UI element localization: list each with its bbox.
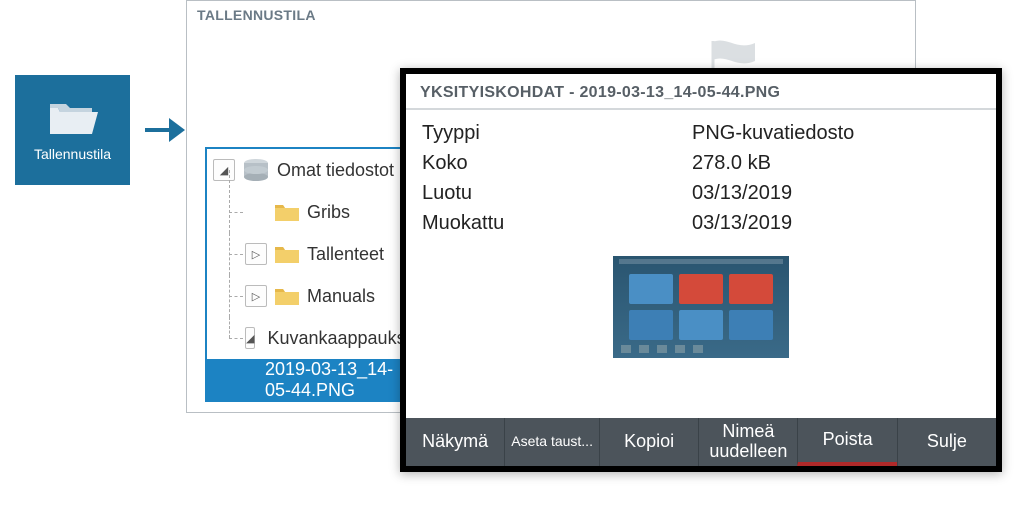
tree-label: Gribs bbox=[307, 202, 350, 223]
detail-row-modified: Muokattu 03/13/2019 bbox=[422, 208, 980, 238]
collapse-icon[interactable]: ◢ bbox=[245, 327, 255, 349]
folder-icon bbox=[273, 200, 301, 224]
tree-label: Tallenteet bbox=[307, 244, 384, 265]
collapse-icon[interactable]: ◢ bbox=[213, 159, 235, 181]
detail-label: Luotu bbox=[422, 178, 692, 208]
detail-value: PNG-kuvatiedosto bbox=[692, 118, 980, 148]
file-thumbnail bbox=[613, 256, 789, 358]
detail-row-type: Tyyppi PNG-kuvatiedosto bbox=[422, 118, 980, 148]
storage-tile[interactable]: Tallennustila bbox=[15, 75, 130, 185]
tree-item-manuals[interactable]: ▷ Manuals bbox=[207, 275, 413, 317]
expand-icon[interactable]: ▷ bbox=[245, 243, 267, 265]
drive-icon bbox=[241, 158, 271, 182]
storage-panel-title: TALLENNUSTILA bbox=[187, 1, 915, 29]
detail-row-created: Luotu 03/13/2019 bbox=[422, 178, 980, 208]
folder-icon bbox=[273, 284, 301, 308]
expand-icon[interactable]: ▷ bbox=[245, 285, 267, 307]
arrow-right-icon bbox=[145, 118, 185, 142]
detail-value: 03/13/2019 bbox=[692, 178, 980, 208]
detail-value: 278.0 kB bbox=[692, 148, 980, 178]
folder-open-icon bbox=[48, 98, 98, 138]
tree-file-selected[interactable]: 2019-03-13_14-05-44.PNG bbox=[207, 359, 413, 401]
detail-label: Tyyppi bbox=[422, 118, 692, 148]
tree-label: 2019-03-13_14-05-44.PNG bbox=[213, 359, 413, 401]
folder-icon bbox=[273, 242, 301, 266]
tree-root-my-files[interactable]: ◢ Omat tiedostot bbox=[207, 149, 413, 191]
copy-button[interactable]: Kopioi bbox=[599, 418, 698, 466]
folder-tree[interactable]: ◢ Omat tiedostot Gribs ▷ Tallenteet ▷ bbox=[205, 147, 415, 402]
tree-label: Manuals bbox=[307, 286, 375, 307]
tree-label: Kuvankaappaukset bbox=[267, 328, 415, 349]
storage-tile-label: Tallennustila bbox=[34, 146, 111, 162]
detail-label: Koko bbox=[422, 148, 692, 178]
tree-item-gribs[interactable]: Gribs bbox=[207, 191, 413, 233]
dialog-title: YKSITYISKOHDAT - 2019-03-13_14-05-44.PNG bbox=[406, 74, 996, 110]
rename-button[interactable]: Nimeä uudelleen bbox=[698, 418, 797, 466]
set-background-button[interactable]: Aseta taust... bbox=[504, 418, 599, 466]
view-button[interactable]: Näkymä bbox=[406, 418, 504, 466]
detail-label: Muokattu bbox=[422, 208, 692, 238]
tree-item-screenshots[interactable]: ◢ Kuvankaappaukset bbox=[207, 317, 413, 359]
details-dialog: YKSITYISKOHDAT - 2019-03-13_14-05-44.PNG… bbox=[400, 68, 1002, 472]
dialog-footer: Näkymä Aseta taust... Kopioi Nimeä uudel… bbox=[406, 418, 996, 466]
close-button[interactable]: Sulje bbox=[897, 418, 996, 466]
detail-row-size: Koko 278.0 kB bbox=[422, 148, 980, 178]
dialog-body: Tyyppi PNG-kuvatiedosto Koko 278.0 kB Lu… bbox=[406, 110, 996, 366]
tree-item-recordings[interactable]: ▷ Tallenteet bbox=[207, 233, 413, 275]
delete-button[interactable]: Poista bbox=[797, 418, 896, 466]
detail-value: 03/13/2019 bbox=[692, 208, 980, 238]
tree-label: Omat tiedostot bbox=[277, 160, 394, 181]
